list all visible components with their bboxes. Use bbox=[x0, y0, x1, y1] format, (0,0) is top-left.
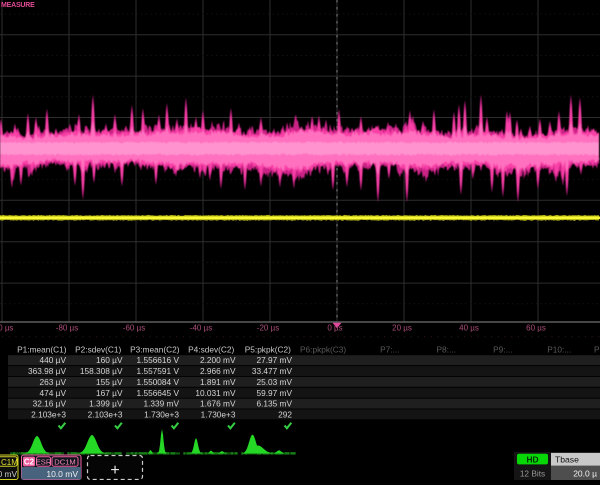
svg-text:P1: P1 bbox=[594, 344, 600, 354]
svg-text:P7:...: P7:... bbox=[380, 344, 399, 354]
svg-text:P1:mean(C1): P1:mean(C1) bbox=[17, 344, 67, 354]
svg-text:20 µs: 20 µs bbox=[392, 324, 412, 333]
svg-text:158.308 µV: 158.308 µV bbox=[80, 366, 123, 376]
svg-text:1.730e+3: 1.730e+3 bbox=[201, 409, 236, 419]
svg-text:P4:sdev(C2): P4:sdev(C2) bbox=[188, 344, 234, 354]
svg-text:Tbase: Tbase bbox=[555, 455, 579, 465]
svg-text:MEASURE: MEASURE bbox=[1, 2, 35, 9]
svg-text:40 µs: 40 µs bbox=[459, 324, 479, 333]
svg-text:60 µs: 60 µs bbox=[526, 324, 546, 333]
svg-text:P9:...: P9:... bbox=[493, 344, 512, 354]
svg-text:263 µV: 263 µV bbox=[40, 377, 67, 387]
svg-text:32.16 µV: 32.16 µV bbox=[33, 399, 67, 409]
svg-text:1.550084 V: 1.550084 V bbox=[137, 377, 180, 387]
svg-text:440 µV: 440 µV bbox=[40, 355, 67, 365]
svg-text:P5:pkpk(C2): P5:pkpk(C2) bbox=[245, 344, 291, 354]
svg-text:C2: C2 bbox=[24, 458, 35, 467]
svg-text:HD: HD bbox=[526, 455, 538, 465]
svg-text:0 mV: 0 mV bbox=[0, 469, 17, 479]
svg-text:1.676 mV: 1.676 mV bbox=[200, 399, 236, 409]
svg-text:27.97 mV: 27.97 mV bbox=[256, 355, 292, 365]
svg-text:10.031 mV: 10.031 mV bbox=[195, 388, 236, 398]
svg-text:160 µV: 160 µV bbox=[96, 355, 123, 365]
svg-text:-20 µs: -20 µs bbox=[257, 324, 279, 333]
svg-text:6.135 mV: 6.135 mV bbox=[256, 399, 292, 409]
svg-text:C1M: C1M bbox=[1, 458, 18, 467]
svg-text:2.966 mV: 2.966 mV bbox=[200, 366, 236, 376]
svg-text:1.339 mV: 1.339 mV bbox=[143, 399, 179, 409]
svg-text:59.97 mV: 59.97 mV bbox=[256, 388, 292, 398]
svg-text:167 µV: 167 µV bbox=[96, 388, 123, 398]
svg-text:-40 µs: -40 µs bbox=[190, 324, 212, 333]
svg-text:292: 292 bbox=[278, 409, 292, 419]
svg-text:2.103e+3: 2.103e+3 bbox=[31, 409, 66, 419]
svg-text:1.557591 V: 1.557591 V bbox=[137, 366, 180, 376]
svg-text:25.03 mV: 25.03 mV bbox=[256, 377, 292, 387]
svg-text:1.730e+3: 1.730e+3 bbox=[144, 409, 179, 419]
svg-text:363.98 µV: 363.98 µV bbox=[28, 366, 66, 376]
svg-text:20.0 µ: 20.0 µ bbox=[573, 468, 597, 478]
svg-text:DC1M: DC1M bbox=[54, 458, 76, 467]
svg-text:+: + bbox=[110, 462, 119, 479]
svg-text:1.556616 V: 1.556616 V bbox=[137, 355, 180, 365]
svg-text:ESR: ESR bbox=[36, 458, 52, 467]
svg-text:33.477 mV: 33.477 mV bbox=[252, 366, 293, 376]
svg-text:-60 µs: -60 µs bbox=[123, 324, 145, 333]
svg-text:0 µs: 0 µs bbox=[327, 324, 342, 333]
svg-text:P3:mean(C2): P3:mean(C2) bbox=[130, 344, 180, 354]
svg-text:-80 µs: -80 µs bbox=[56, 324, 78, 333]
svg-text:1.891 mV: 1.891 mV bbox=[200, 377, 236, 387]
svg-text:P2:sdev(C1): P2:sdev(C1) bbox=[75, 344, 121, 354]
svg-text:155 µV: 155 µV bbox=[96, 377, 123, 387]
svg-text:10.0 mV: 10.0 mV bbox=[46, 469, 78, 479]
svg-text:474 µV: 474 µV bbox=[40, 388, 67, 398]
svg-text:1.556645 V: 1.556645 V bbox=[137, 388, 180, 398]
svg-text:2.200 mV: 2.200 mV bbox=[200, 355, 236, 365]
svg-text:12 Bits: 12 Bits bbox=[520, 469, 545, 479]
svg-text:P6:pkpk(C3): P6:pkpk(C3) bbox=[300, 344, 346, 354]
svg-text:-100 µs: -100 µs bbox=[0, 324, 13, 333]
svg-text:P8:...: P8:... bbox=[437, 344, 456, 354]
svg-text:P10:...: P10:... bbox=[547, 344, 571, 354]
svg-text:1.399 µV: 1.399 µV bbox=[89, 399, 123, 409]
svg-text:2.103e+3: 2.103e+3 bbox=[88, 409, 123, 419]
